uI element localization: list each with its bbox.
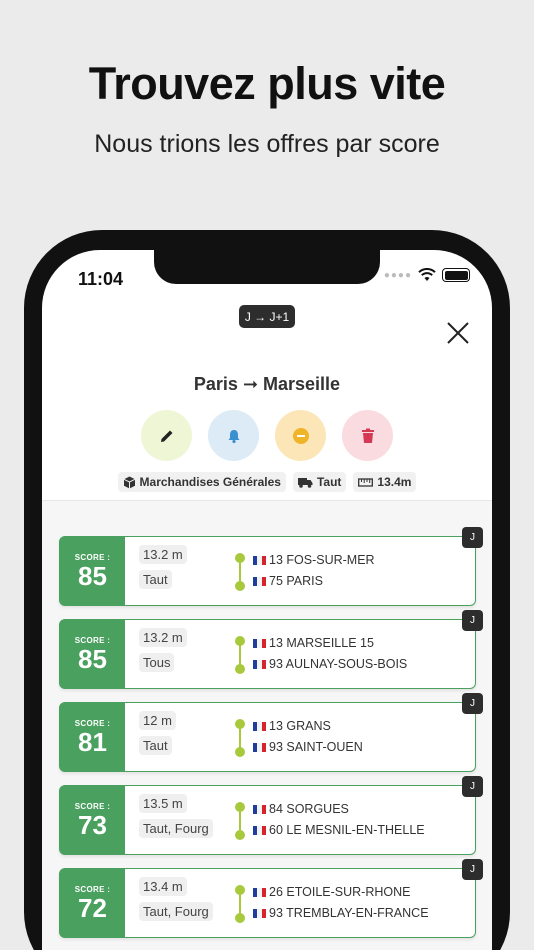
score-box: SCORE :72 xyxy=(60,869,125,937)
wifi-icon xyxy=(418,268,436,281)
trash-icon xyxy=(361,428,374,443)
offer-card[interactable]: SCORE :85 13.2 m Taut 13 FOS-SUR-MER 75 PARI… xyxy=(59,527,483,606)
france-flag-icon xyxy=(253,659,266,669)
phone-notch xyxy=(154,250,380,284)
delete-button[interactable] xyxy=(342,410,393,461)
length-chip: 13.4m xyxy=(353,472,417,492)
origin-city: 13 MARSEILLE 15 xyxy=(253,636,374,650)
france-flag-icon xyxy=(253,555,266,565)
origin-label: 13 FOS-SUR-MER xyxy=(269,553,375,567)
score-value: 81 xyxy=(78,727,107,757)
pencil-icon xyxy=(160,430,172,442)
france-flag-icon xyxy=(253,576,266,586)
status-icons: ●●●● xyxy=(384,268,470,282)
action-buttons xyxy=(141,410,393,461)
filter-chips: Marchandises Générales Taut 13.4m xyxy=(42,472,492,492)
signal-dots-icon: ●●●● xyxy=(383,269,412,281)
france-flag-icon xyxy=(253,825,266,835)
vehicle-tag: Taut, Fourg xyxy=(139,902,213,921)
length-tag: 12 m xyxy=(139,711,176,730)
destination-label: 93 AULNAY-SOUS-BOIS xyxy=(269,657,408,671)
date-range-badge: J → J+1 xyxy=(239,305,295,328)
origin-city: 13 GRANS xyxy=(253,719,331,733)
destination-label: 60 LE MESNIL-EN-THELLE xyxy=(269,823,425,837)
package-icon xyxy=(123,476,135,488)
france-flag-icon xyxy=(253,638,266,648)
pause-button[interactable] xyxy=(275,410,326,461)
destination-city: 93 SAINT-OUEN xyxy=(253,740,363,754)
ruler-icon xyxy=(358,477,374,487)
vehicle-tag: Taut xyxy=(139,570,172,589)
phone-screen: 11:04 ●●●● J → J+1 Paris ➞ Marseille Mar… xyxy=(42,250,492,950)
route-line-icon xyxy=(235,885,245,923)
close-icon[interactable] xyxy=(446,321,470,345)
france-flag-icon xyxy=(253,742,266,752)
score-value: 73 xyxy=(78,810,107,840)
route-line-icon xyxy=(235,802,245,840)
origin-city: 13 FOS-SUR-MER xyxy=(253,553,375,567)
destination-city: 93 TREMBLAY-EN-FRANCE xyxy=(253,906,429,920)
day-tag: J xyxy=(462,527,483,548)
length-tag: 13.2 m xyxy=(139,545,187,564)
day-tag: J xyxy=(462,610,483,631)
score-box: SCORE :85 xyxy=(60,537,125,605)
destination-label: 75 PARIS xyxy=(269,574,323,588)
offer-card[interactable]: SCORE :81 12 m Taut 13 GRANS 93 SAINT-OUEN J xyxy=(59,693,483,772)
vehicle-chip: Taut xyxy=(292,472,347,492)
bell-icon xyxy=(228,429,239,443)
vehicle-tag: Taut xyxy=(139,736,172,755)
offer-card[interactable]: SCORE :73 13.5 m Taut, Fourg 84 SORGUES 60 L… xyxy=(59,776,483,855)
promo-subline: Nous trions les offres par score xyxy=(94,130,440,158)
offer-card[interactable]: SCORE :85 13.2 m Tous 13 MARSEILLE 15 93 AUL… xyxy=(59,610,483,689)
status-time: 11:04 xyxy=(78,269,124,289)
length-tag: 13.5 m xyxy=(139,794,187,813)
route-line-icon xyxy=(235,719,245,757)
offer-card[interactable]: SCORE :72 13.4 m Taut, Fourg 26 ETOILE-SUR-… xyxy=(59,859,483,938)
score-value: 85 xyxy=(78,644,107,674)
vehicle-label: Taut xyxy=(316,475,342,489)
origin-city: 26 ETOILE-SUR-RHONE xyxy=(253,885,410,899)
promo-headline: Trouvez plus vite xyxy=(88,58,446,109)
vehicle-tag: Taut, Fourg xyxy=(139,819,213,838)
goods-label: Marchandises Générales xyxy=(139,475,281,489)
day-tag: J xyxy=(462,776,483,797)
route-title: Paris ➞ Marseille xyxy=(193,374,341,394)
minus-circle-icon xyxy=(292,427,309,444)
origin-label: 13 GRANS xyxy=(269,719,331,733)
goods-chip: Marchandises Générales xyxy=(117,472,286,492)
score-box: SCORE :73 xyxy=(60,786,125,854)
length-tag: 13.2 m xyxy=(139,628,187,647)
destination-city: 60 LE MESNIL-EN-THELLE xyxy=(253,823,425,837)
destination-label: 93 SAINT-OUEN xyxy=(269,740,363,754)
origin-city: 84 SORGUES xyxy=(253,802,349,816)
score-value: 85 xyxy=(78,561,107,591)
origin-label: 26 ETOILE-SUR-RHONE xyxy=(269,885,411,899)
length-tag: 13.4 m xyxy=(139,877,187,896)
score-value: 72 xyxy=(78,893,107,923)
score-box: SCORE :81 xyxy=(60,703,125,771)
route-line-icon xyxy=(235,636,245,674)
france-flag-icon xyxy=(253,804,266,814)
day-tag: J xyxy=(462,859,483,880)
truck-icon xyxy=(297,477,313,488)
day-tag: J xyxy=(462,693,483,714)
france-flag-icon xyxy=(253,908,266,918)
battery-icon xyxy=(442,268,470,282)
france-flag-icon xyxy=(253,721,266,731)
origin-label: 13 MARSEILLE 15 xyxy=(269,636,374,650)
france-flag-icon xyxy=(253,887,266,897)
destination-city: 75 PARIS xyxy=(253,574,323,588)
route-line-icon xyxy=(235,553,245,591)
destination-city: 93 AULNAY-SOUS-BOIS xyxy=(253,657,407,671)
edit-button[interactable] xyxy=(141,410,192,461)
alert-button[interactable] xyxy=(208,410,259,461)
vehicle-tag: Tous xyxy=(139,653,175,672)
score-box: SCORE :85 xyxy=(60,620,125,688)
length-label: 13.4m xyxy=(377,475,412,489)
offer-list: SCORE :85 13.2 m Taut 13 FOS-SUR-MER 75 PARI… xyxy=(42,500,492,950)
origin-label: 84 SORGUES xyxy=(269,802,349,816)
destination-label: 93 TREMBLAY-EN-FRANCE xyxy=(269,906,429,920)
